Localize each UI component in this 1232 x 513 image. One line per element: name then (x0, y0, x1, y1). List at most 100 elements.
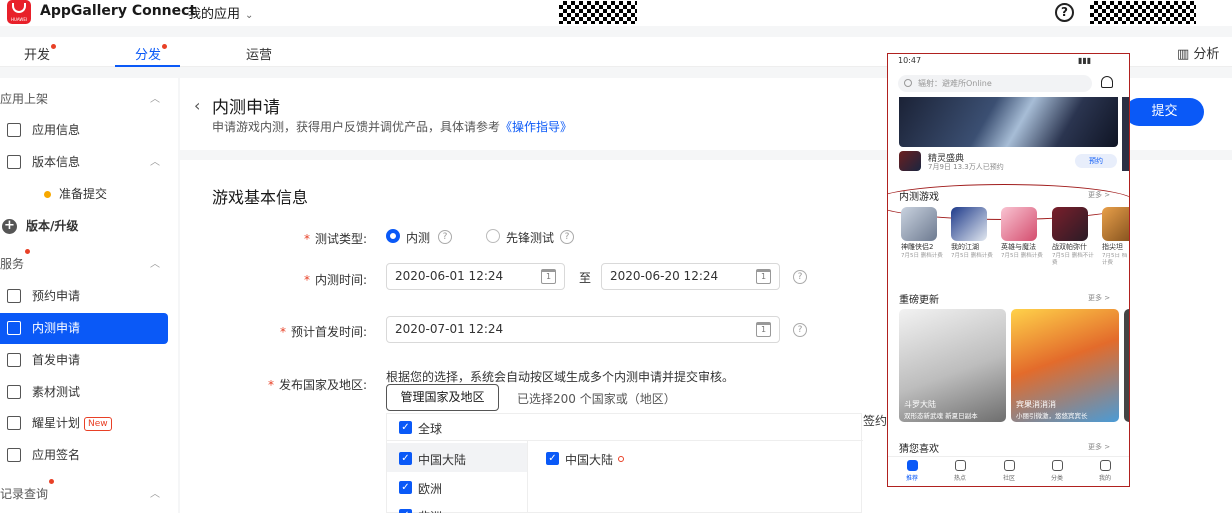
game-icon-5[interactable] (1102, 207, 1129, 241)
user-icon (1099, 460, 1111, 471)
sidebar-group-records[interactable]: 记录查询 ︿ (0, 479, 168, 510)
image-icon (7, 385, 21, 399)
sidebar-item-first-release[interactable]: 首发申请 (0, 345, 168, 376)
manage-region-button[interactable]: 管理国家及地区 (386, 384, 499, 411)
region-note: 根据您的选择，系统会自动按区域生成多个内测申请并提交审核。 (386, 370, 735, 384)
reserve-button[interactable]: 预约 (1075, 154, 1117, 168)
region-label: * 发布国家及地区: (267, 378, 367, 392)
phone-tab-recommend[interactable]: 推荐 (897, 460, 927, 482)
phone-tab-mine[interactable]: 我的 (1090, 460, 1120, 482)
chevron-up-icon: ︿ (150, 489, 160, 500)
test-type-label: * 测试类型: (303, 232, 367, 246)
chevron-down-icon: ⌄ (245, 10, 254, 21)
checkbox-global[interactable]: ✓ (399, 421, 412, 434)
sign-label: 签约 (863, 414, 888, 428)
sidebar-item-reservation[interactable]: 预约申请 (0, 281, 168, 312)
sidebar-item-version-upgrade[interactable]: + 版本/升级 (0, 211, 168, 242)
sidebar-item-asset-test[interactable]: 素材测试 (0, 377, 168, 408)
game-meta-5: 7月5日 档计费 (1102, 253, 1128, 266)
app-title[interactable]: AppGallery Connect (40, 3, 196, 19)
status-dot-icon (44, 191, 51, 198)
major-update-title: 重磅更新 (899, 295, 939, 306)
guess-you-like-title: 猜您喜欢 (899, 444, 939, 455)
update-card-2-title: 宾果消消消 (1016, 400, 1056, 409)
region-global-label: 全球 (418, 422, 443, 436)
more-link[interactable]: 更多 > (1088, 293, 1110, 303)
update-card-2-sub: 小丽引微激，悠悠宾宾长 (1016, 412, 1088, 420)
sidebar-item-app-signing[interactable]: 应用签名 (0, 440, 168, 471)
redacted-mosaic (559, 1, 637, 24)
sidebar-item-ready-submit[interactable]: 准备提交 (0, 179, 168, 210)
bell-icon[interactable] (1101, 76, 1113, 88)
help-circle-icon[interactable]: ? (560, 230, 574, 244)
checkbox-europe[interactable]: ✓ (399, 481, 412, 494)
game-icon-4[interactable] (1052, 207, 1088, 241)
start-time-input[interactable]: 2020-06-01 12:24 1 (386, 263, 565, 290)
sidebar-item-beta-test[interactable]: 内测申请 (0, 313, 168, 344)
game-name-1: 神雕侠侣2 (901, 243, 934, 251)
tab-distribute[interactable]: 分发 (135, 44, 168, 63)
game-icon-3[interactable] (1001, 207, 1037, 241)
section-title: 游戏基本信息 (212, 188, 309, 207)
checkbox-africa[interactable]: ✓ (399, 509, 412, 513)
end-time-input[interactable]: 2020-06-20 12:24 1 (601, 263, 780, 290)
game-meta-2: 7月5日 删档计费 (951, 253, 993, 259)
phone-tab-category[interactable]: 分类 (1042, 460, 1072, 482)
redacted-account (1090, 1, 1196, 24)
release-time-input[interactable]: 2020-07-01 12:24 1 (386, 316, 780, 343)
signal-icon: ▮▮▮ (1078, 56, 1092, 65)
help-circle-icon[interactable]: ? (793, 323, 807, 337)
phone-tab-community[interactable]: 社区 (994, 460, 1024, 482)
calendar-icon: 1 (541, 269, 556, 284)
release-time-label: * 预计首发时间: (279, 325, 367, 339)
game-meta-1: 7月5日 删档计费 (901, 253, 943, 259)
tab-develop[interactable]: 开发 (24, 44, 57, 63)
back-icon[interactable]: ‹ (194, 96, 200, 115)
help-circle-icon[interactable]: ? (793, 270, 807, 284)
radio-pioneer-test[interactable] (486, 229, 500, 243)
game-name-3: 英雄与魔法 (1001, 243, 1036, 251)
phone-tab-hot[interactable]: 热点 (945, 460, 975, 482)
region-selector: ✓ 全球 ✓ 中国大陆 ✓ 欧洲 ✓ 非洲 ✓ 中国大陆 (386, 413, 863, 513)
sidebar-item-version-info[interactable]: 版本信息 ︿ (0, 147, 168, 178)
update-card-1-sub: 双形态新武魂 新夏日副本 (904, 412, 978, 420)
featured-banner-image[interactable] (899, 97, 1118, 147)
sidebar-group-services[interactable]: 服务 ︿ (0, 249, 168, 280)
submit-button[interactable]: 提交 (1125, 98, 1204, 126)
featured-game-icon[interactable] (899, 151, 921, 171)
game-icon-1[interactable] (901, 207, 937, 241)
first-release-icon (7, 353, 21, 367)
help-icon[interactable]: ? (1055, 3, 1074, 22)
analytics-link[interactable]: ▥ 分析 (1177, 43, 1219, 62)
sidebar-item-app-info[interactable]: 应用信息 (0, 115, 168, 146)
sidebar-item-star-plan[interactable]: 耀星计划 New (0, 408, 168, 439)
region-mainland-right-label: 中国大陆 (565, 453, 614, 467)
star-plan-icon (7, 416, 21, 430)
radio-pioneer-label: 先锋测试 (506, 231, 555, 245)
huawei-logo-icon[interactable]: HUAWEI (7, 0, 31, 24)
sidebar-group-app-listing[interactable]: 应用上架 ︿ (0, 84, 168, 115)
more-link[interactable]: 更多 > (1088, 442, 1110, 452)
guide-link[interactable]: 《操作指导》 (500, 120, 572, 134)
logo-text: HUAWEI (10, 17, 28, 22)
version-info-icon (7, 155, 21, 169)
new-badge: New (84, 416, 112, 431)
phone-search-input[interactable]: 辐射：避难所Online (898, 75, 1092, 92)
analytics-label: 分析 (1193, 47, 1220, 62)
radio-internal-label: 内测 (406, 231, 431, 245)
help-circle-icon[interactable]: ? (438, 230, 452, 244)
checkbox-mainland-right[interactable]: ✓ (546, 452, 559, 465)
next-banner-image (1122, 97, 1129, 171)
update-card-1-title: 斗罗大陆 (904, 400, 936, 409)
divider (527, 440, 528, 513)
checkbox-mainland[interactable]: ✓ (399, 452, 412, 465)
radio-internal-test[interactable] (386, 229, 400, 243)
game-icon-2[interactable] (951, 207, 987, 241)
phone-time: 10:47 (898, 56, 922, 65)
list-icon (1051, 460, 1063, 471)
badge-dot (25, 249, 31, 254)
region-europe-label: 欧洲 (418, 482, 443, 496)
my-apps-menu[interactable]: 我的应用 ⌄ (188, 3, 253, 22)
top-bar: HUAWEI AppGallery Connect 我的应用 ⌄ ? (0, 0, 1232, 26)
tab-operate[interactable]: 运营 (246, 44, 272, 63)
